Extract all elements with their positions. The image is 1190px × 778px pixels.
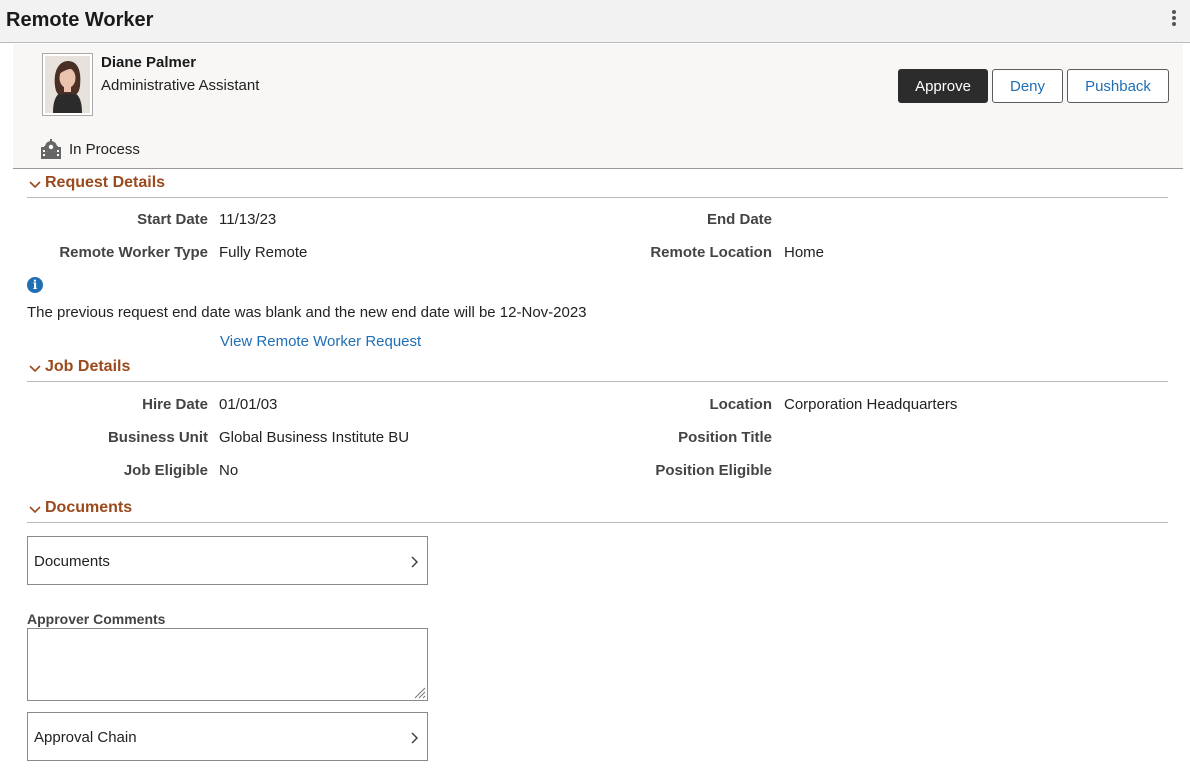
employee-name: Diane Palmer: [101, 54, 197, 71]
gear-calendar-icon: [41, 139, 61, 159]
remote-location-value: Home: [784, 244, 825, 261]
chevron-right-icon: [411, 732, 419, 744]
deny-button[interactable]: Deny: [992, 69, 1063, 103]
remote-location-label: Remote Location: [650, 244, 772, 261]
hire-date-label: Hire Date: [142, 396, 208, 413]
approver-comments-label: Approver Comments: [27, 611, 166, 627]
documents-section-header[interactable]: Documents: [27, 499, 1168, 523]
approval-chain-label: Approval Chain: [34, 729, 137, 746]
request-details-title: Request Details: [45, 174, 166, 191]
documents-nav-row[interactable]: Documents: [27, 536, 428, 585]
hire-date-value: 01/01/03: [219, 396, 278, 413]
remote-worker-type-label: Remote Worker Type: [59, 244, 208, 261]
location-value: Corporation Headquarters: [784, 396, 958, 413]
status-text: In Process: [69, 141, 140, 158]
business-unit-value: Global Business Institute BU: [219, 429, 410, 446]
page-title: Remote Worker: [6, 9, 154, 31]
location-label: Location: [709, 396, 773, 413]
chevron-right-icon: [411, 556, 419, 568]
position-eligible-label: Position Eligible: [655, 462, 772, 479]
approval-chain-nav-row[interactable]: Approval Chain: [27, 712, 428, 761]
resize-grip-icon[interactable]: [412, 685, 426, 699]
avatar: [42, 53, 93, 116]
start-date-value: 11/13/23: [219, 211, 277, 228]
employee-photo-icon: [45, 56, 90, 113]
start-date-label: Start Date: [137, 211, 208, 228]
info-icon: i: [27, 277, 43, 293]
job-details-section-header[interactable]: Job Details: [27, 358, 1168, 382]
documents-nav-label: Documents: [34, 553, 110, 570]
title-bar: Remote Worker: [0, 0, 1190, 43]
employee-header: Diane Palmer Administrative Assistant Ap…: [13, 44, 1183, 169]
remote-worker-type-value: Fully Remote: [219, 244, 308, 261]
chevron-down-icon[interactable]: [28, 504, 42, 516]
end-date-label: End Date: [706, 211, 772, 228]
position-title-label: Position Title: [678, 429, 772, 446]
info-message: The previous request end date was blank …: [27, 304, 587, 321]
pushback-button[interactable]: Pushback: [1067, 69, 1169, 103]
approver-comments-field[interactable]: [27, 628, 428, 701]
employee-job-title: Administrative Assistant: [101, 77, 260, 94]
job-eligible-label: Job Eligible: [123, 462, 208, 479]
job-details-title: Job Details: [45, 358, 131, 375]
chevron-down-icon[interactable]: [28, 363, 42, 375]
request-details-section-header[interactable]: Request Details: [27, 174, 1168, 198]
documents-title: Documents: [45, 499, 133, 516]
approve-button[interactable]: Approve: [898, 69, 988, 103]
job-eligible-value: No: [219, 462, 239, 479]
more-actions-icon[interactable]: [1166, 10, 1182, 30]
view-remote-worker-request-link[interactable]: View Remote Worker Request: [220, 333, 421, 350]
chevron-down-icon[interactable]: [28, 179, 42, 191]
business-unit-label: Business Unit: [107, 429, 208, 446]
